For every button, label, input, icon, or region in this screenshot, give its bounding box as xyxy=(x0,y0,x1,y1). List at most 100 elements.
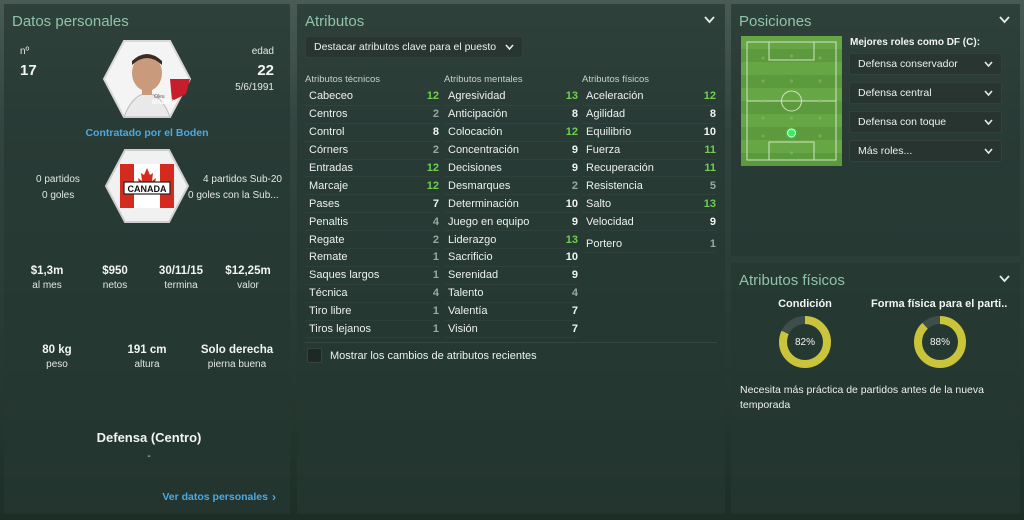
personal-panel-title: Datos personales xyxy=(12,13,129,30)
attribute-row[interactable]: Decisiones 9 xyxy=(444,160,578,178)
attribute-row[interactable]: Remate 1 xyxy=(305,249,439,267)
attribute-value: 2 xyxy=(432,144,439,157)
role-select-3-value: Defensa con toque xyxy=(858,116,947,128)
attribute-row[interactable]: Equilibrio 10 xyxy=(582,124,716,142)
attribute-row[interactable]: Colocación 12 xyxy=(444,124,578,142)
attribute-row[interactable]: Córners 2 xyxy=(305,142,439,160)
attribute-name: Determinación xyxy=(448,197,519,210)
attribute-row[interactable]: Saques largos 1 xyxy=(305,267,439,285)
positions-pitch[interactable] xyxy=(741,36,842,166)
attribute-name: Anticipación xyxy=(448,108,508,121)
attribute-row[interactable]: Tiros lejanos 1 xyxy=(305,321,439,339)
mental-header: Atributos mentales xyxy=(444,74,523,85)
attributes-panel-title: Atributos xyxy=(305,13,365,30)
attribute-name: Remate xyxy=(309,251,348,264)
attribute-name: Control xyxy=(309,126,345,139)
chevron-right-icon: › xyxy=(272,490,276,504)
personal-panel: Datos personales nº 17 edad 22 5/6/1991 … xyxy=(4,4,290,514)
attribute-row[interactable]: Marcaje 12 xyxy=(305,177,439,196)
attribute-name: Valentía xyxy=(448,305,488,318)
fitness-collapse-button[interactable] xyxy=(998,273,1010,285)
attribute-row[interactable]: Serenidad 9 xyxy=(444,267,578,285)
recent-changes-checkbox[interactable] xyxy=(307,348,322,363)
attribute-row[interactable]: Agilidad 8 xyxy=(582,106,716,124)
attribute-row[interactable]: Cabeceo 12 xyxy=(305,88,439,106)
attribute-row[interactable]: Concentración 9 xyxy=(444,142,578,160)
attributes-collapse-button[interactable] xyxy=(703,14,715,26)
attribute-value: 7 xyxy=(571,305,578,318)
attribute-value: 13 xyxy=(565,233,578,246)
role-select-3[interactable]: Defensa con toque xyxy=(849,111,1002,133)
attribute-name: Desmarques xyxy=(448,179,511,192)
attribute-value: 8 xyxy=(709,108,716,121)
attribute-row[interactable]: Portero 1 xyxy=(582,235,716,254)
attribute-value: 4 xyxy=(432,215,439,228)
attribute-row[interactable]: Determinación 10 xyxy=(444,195,578,214)
attribute-value: 9 xyxy=(709,215,716,228)
attribute-name: Córners xyxy=(309,144,349,157)
attribute-value: 5 xyxy=(709,179,716,192)
attribute-row[interactable]: Tiro libre 1 xyxy=(305,303,439,321)
attribute-value: 9 xyxy=(571,162,578,174)
attribute-row[interactable]: Agresividad 13 xyxy=(444,88,578,106)
attribute-row[interactable]: Regate 2 xyxy=(305,231,439,250)
chevron-down-icon xyxy=(505,44,514,50)
stat-net: $950 netos xyxy=(90,265,140,291)
attribute-value: 10 xyxy=(565,251,578,264)
attribute-row[interactable]: Técnica 4 xyxy=(305,285,439,303)
attribute-row[interactable]: Desmarques 2 xyxy=(444,177,578,196)
stat-net-value: $950 xyxy=(102,265,128,277)
chevron-down-icon xyxy=(703,16,715,24)
attribute-row[interactable]: Valentía 7 xyxy=(444,303,578,321)
chevron-down-icon xyxy=(984,148,993,154)
mental-list: Agresividad 13 Anticipación 8 Colocación 12 Co… xyxy=(444,88,578,339)
view-personal-data-link[interactable]: Ver datos personales › xyxy=(162,490,276,504)
attribute-row[interactable]: Resistencia 5 xyxy=(582,177,716,196)
attribute-row[interactable]: Entradas 12 xyxy=(305,160,439,178)
role-select-1-value: Defensa conservador xyxy=(858,58,958,70)
attribute-row[interactable]: Juego en equipo 9 xyxy=(444,213,578,232)
attribute-row[interactable]: Salto 13 xyxy=(582,195,716,214)
more-roles-select[interactable]: Más roles... xyxy=(849,140,1002,162)
attribute-row[interactable]: Control 8 xyxy=(305,124,439,142)
attribute-row[interactable]: Talento 4 xyxy=(444,285,578,303)
youth-goals: 0 goles con la Sub... xyxy=(188,190,279,201)
attribute-name: Tiro libre xyxy=(309,305,352,318)
attribute-value: 9 xyxy=(571,269,578,282)
attribute-row[interactable]: Pases 7 xyxy=(305,195,439,214)
fitness-panel: Atributos físicos Condición Forma física… xyxy=(731,263,1020,514)
attribute-row[interactable]: Visión 7 xyxy=(444,321,578,339)
more-roles-value: Más roles... xyxy=(858,145,913,157)
attribute-value: 1 xyxy=(432,323,439,336)
attribute-name: Salto xyxy=(586,197,612,210)
attribute-row[interactable]: Aceleración 12 xyxy=(582,88,716,106)
stat-weight-label: peso xyxy=(46,359,68,370)
youth-matches: 4 partidos Sub-20 xyxy=(203,174,282,185)
attribute-name: Visión xyxy=(448,323,478,336)
attribute-row[interactable]: Sacrificio 10 xyxy=(444,249,578,267)
attribute-value: 10 xyxy=(565,197,578,210)
stat-height: 191 cm altura xyxy=(117,344,177,370)
attribute-row[interactable]: Anticipación 8 xyxy=(444,106,578,124)
attribute-row[interactable]: Liderazgo 13 xyxy=(444,231,578,250)
highlight-attributes-select[interactable]: Destacar atributos clave para el puesto xyxy=(305,36,523,58)
attribute-row[interactable]: Recuperación 11 xyxy=(582,160,716,178)
squad-number-label: nº xyxy=(20,46,30,57)
attribute-value: 7 xyxy=(432,197,439,210)
attribute-row[interactable]: Fuerza 11 xyxy=(582,142,716,160)
role-select-2[interactable]: Defensa central xyxy=(849,82,1002,104)
senior-goals: 0 goles xyxy=(42,190,75,201)
attribute-name: Aceleración xyxy=(586,90,644,103)
attribute-name: Entradas xyxy=(309,162,354,174)
photo-name: MAURO xyxy=(152,100,175,106)
attribute-row[interactable]: Velocidad 9 xyxy=(582,213,716,232)
role-select-1[interactable]: Defensa conservador xyxy=(849,53,1002,75)
positions-collapse-button[interactable] xyxy=(998,14,1010,26)
attribute-value: 12 xyxy=(426,179,439,192)
recent-changes-toggle[interactable]: Mostrar los cambios de atributos recient… xyxy=(307,348,537,363)
attribute-name: Agresividad xyxy=(448,90,506,103)
contract-club-link[interactable]: Contratado por el Boden xyxy=(4,127,290,139)
stat-wage: $1,3m al mes xyxy=(22,265,72,291)
attribute-row[interactable]: Penaltis 4 xyxy=(305,213,439,232)
attribute-row[interactable]: Centros 2 xyxy=(305,106,439,124)
